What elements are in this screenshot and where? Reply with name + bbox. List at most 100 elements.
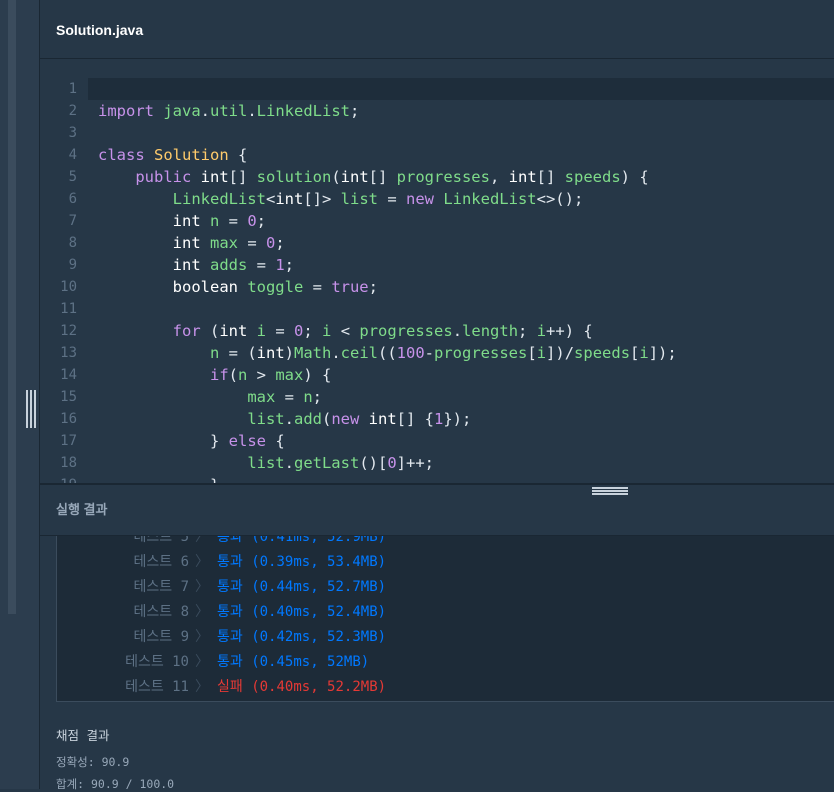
test-result-row: 테스트 8 〉 통과 (0.40ms, 52.4MB)	[57, 600, 817, 625]
code-token: .	[200, 102, 210, 120]
code-token: progresses	[359, 322, 453, 340]
line-number: 16	[60, 411, 77, 427]
code-editor[interactable]: 1 2 import java.util.LinkedList; 3 4 class So…	[40, 59, 834, 483]
code-token: int	[340, 168, 369, 186]
code-token: int	[200, 168, 229, 186]
code-token: ++) {	[546, 322, 593, 340]
line-number: 5	[68, 169, 77, 185]
code-line[interactable]: 6 LinkedList<int[]> list = new LinkedLis…	[40, 188, 834, 210]
line-number: 14	[60, 367, 77, 383]
code-line[interactable]: 17 } else {	[40, 430, 834, 452]
code-token: =	[266, 322, 294, 340]
code-token: ((	[378, 344, 397, 362]
code-line[interactable]: 3	[40, 122, 834, 144]
score-title: 채점 결과	[56, 728, 110, 743]
code-token: solution	[256, 168, 332, 186]
code-token: []	[228, 168, 257, 186]
code-token: ()[	[359, 454, 388, 472]
code-line[interactable]: 12 for (int i = 0; i < progresses.length…	[40, 320, 834, 342]
code-token: ;	[518, 322, 537, 340]
code-token: i	[536, 344, 547, 362]
test-result-row: 테스트 11 〉 실패 (0.40ms, 52.2MB)	[57, 675, 817, 700]
code-token: ;	[312, 388, 322, 406]
code-token: .	[284, 410, 294, 428]
test-result-row: 테스트 6 〉 통과 (0.39ms, 53.4MB)	[57, 550, 817, 575]
code-token: =	[237, 234, 266, 252]
left-scrollbar[interactable]	[8, 0, 16, 614]
line-number: 2	[68, 103, 77, 119]
code-text: int adds = 1;	[98, 254, 294, 276]
code-token: util	[210, 102, 248, 120]
line-number: 4	[68, 147, 77, 163]
code-token: i	[322, 322, 332, 340]
code-token: int	[172, 256, 210, 274]
code-token: }	[98, 476, 219, 483]
code-text: max = n;	[98, 386, 322, 408]
code-token: [	[527, 344, 537, 362]
code-line[interactable]: 15 max = n;	[40, 386, 834, 408]
code-text: }	[98, 474, 219, 483]
code-line[interactable]: 18 list.getLast()[0]++;	[40, 452, 834, 474]
code-token: []	[368, 168, 397, 186]
accuracy-score: 정확성: 90.9	[56, 755, 130, 769]
code-token: LinkedList	[256, 102, 350, 120]
code-line[interactable]: 19 }	[40, 474, 834, 483]
line-number: 10	[60, 279, 77, 295]
code-token: =	[247, 256, 276, 274]
code-token: -	[424, 344, 435, 362]
code-token: list	[340, 190, 378, 208]
code-line[interactable]: 1	[40, 78, 834, 100]
code-token: ;	[368, 278, 378, 296]
code-token: add	[293, 410, 322, 428]
code-token: (	[228, 366, 238, 384]
code-line[interactable]: 8 int max = 0;	[40, 232, 834, 254]
code-line[interactable]: 16 list.add(new int[] {1});	[40, 408, 834, 430]
code-token: ceil	[340, 344, 378, 362]
code-line[interactable]: 2 import java.util.LinkedList;	[40, 100, 834, 122]
code-token: [	[630, 344, 640, 362]
code-line[interactable]: 10 boolean toggle = true;	[40, 276, 834, 298]
code-token: int	[508, 168, 537, 186]
chevron-right-icon: 〉	[195, 679, 209, 695]
code-line[interactable]: 5 public int[] solution(int[] progresses…	[40, 166, 834, 188]
code-token: <>();	[536, 190, 584, 208]
code-token: int	[256, 344, 285, 362]
code-token: true	[331, 278, 369, 296]
code-token: i	[536, 322, 547, 340]
code-text: int n = 0;	[98, 210, 266, 232]
code-token: {	[228, 146, 248, 164]
code-line[interactable]: 13 n = (int)Math.ceil((100-progresses[i]…	[40, 342, 834, 364]
code-token: i	[256, 322, 266, 340]
code-token: (	[331, 168, 341, 186]
code-token: length	[462, 322, 519, 340]
file-name[interactable]: Solution.java	[56, 22, 143, 38]
line-number: 19	[40, 474, 77, 483]
code-token: Solution	[154, 146, 229, 164]
code-line[interactable]: 11	[40, 298, 834, 320]
line-number: 7	[68, 213, 77, 229]
code-token: class	[98, 146, 154, 164]
code-token: int	[219, 322, 257, 340]
test-result-text: 통과 (0.39ms, 53.4MB)	[217, 554, 387, 570]
code-line[interactable]: 14 if(n > max) {	[40, 364, 834, 386]
code-token: progresses	[434, 344, 528, 362]
code-token: >	[247, 366, 276, 384]
test-result-text: 통과 (0.42ms, 52.3MB)	[217, 629, 387, 645]
code-line[interactable]: 7 int n = 0;	[40, 210, 834, 232]
code-text: } else {	[98, 430, 285, 452]
code-token: ]++;	[396, 454, 434, 472]
panel-resize-handle[interactable]	[26, 390, 36, 428]
code-token: ;	[350, 102, 360, 120]
code-line[interactable]: 4 class Solution {	[40, 144, 834, 166]
code-line[interactable]: 9 int adds = 1;	[40, 254, 834, 276]
code-text: list.add(new int[] {1});	[98, 408, 471, 430]
code-token: });	[443, 410, 472, 428]
split-drag-handle[interactable]	[592, 487, 628, 496]
test-label: 테스트 7	[133, 579, 190, 595]
code-token: int	[172, 234, 210, 252]
code-token: ;	[303, 322, 323, 340]
code-token: int	[275, 190, 304, 208]
